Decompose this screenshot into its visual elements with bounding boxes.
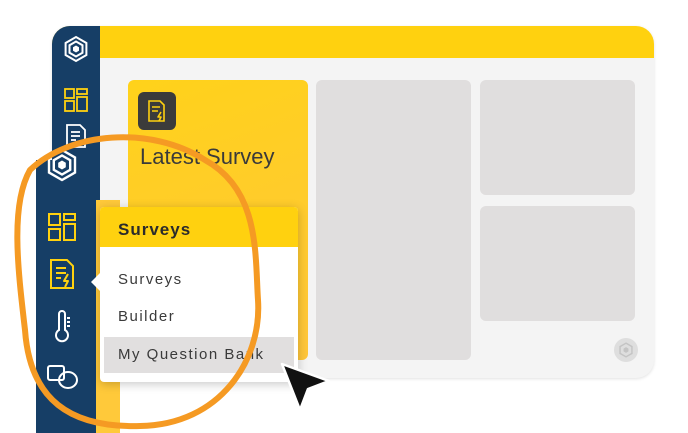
menu-header: Surveys bbox=[100, 207, 298, 247]
menu-header-label: Surveys bbox=[118, 220, 192, 239]
survey-card-title: Latest Survey bbox=[140, 144, 275, 169]
hexagon-logo-icon[interactable] bbox=[62, 35, 90, 63]
hexagon-logo-icon[interactable] bbox=[46, 148, 78, 182]
hexagon-logo-icon bbox=[614, 338, 638, 362]
menu-item-surveys[interactable]: Surveys bbox=[104, 262, 294, 298]
placeholder-tile bbox=[316, 80, 471, 360]
dashboard-grid-icon[interactable] bbox=[46, 210, 78, 244]
top-bar bbox=[52, 26, 654, 58]
survey-document-icon[interactable] bbox=[62, 122, 90, 150]
survey-document-icon bbox=[138, 92, 176, 130]
menu-item-my-question-bank[interactable]: My Question Bank bbox=[104, 337, 294, 373]
placeholder-tile bbox=[480, 80, 635, 195]
menu-item-builder[interactable]: Builder bbox=[104, 299, 294, 335]
chat-icon[interactable] bbox=[46, 360, 78, 394]
survey-document-icon[interactable] bbox=[46, 257, 78, 291]
surveys-dropdown-menu: Surveys Surveys Builder My Question Bank bbox=[91, 207, 298, 382]
dashboard-grid-icon[interactable] bbox=[62, 86, 90, 114]
menu-pointer bbox=[91, 273, 100, 291]
thermometer-icon[interactable] bbox=[46, 310, 78, 344]
placeholder-tile bbox=[480, 206, 635, 321]
